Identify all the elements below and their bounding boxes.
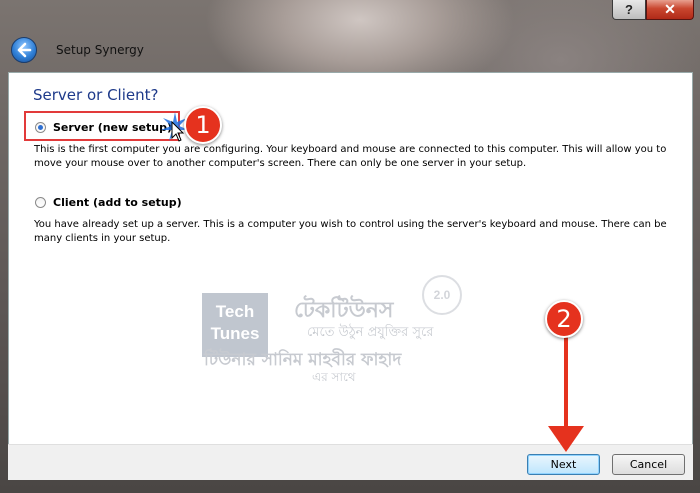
step-2-badge: 2	[545, 300, 583, 338]
server-option-description: This is the first computer you are confi…	[34, 144, 667, 169]
watermark-logo-line1: Tech	[215, 302, 255, 321]
watermark-version: 2.0	[422, 275, 462, 315]
client-option-description: You have already set up a server. This i…	[34, 219, 667, 244]
back-arrow-icon	[17, 42, 32, 58]
close-button[interactable]: ✕	[646, 0, 694, 20]
window-title: Setup Synergy	[56, 43, 144, 57]
server-highlight-box	[24, 111, 180, 141]
next-button[interactable]: Next	[527, 454, 600, 475]
client-radio[interactable]	[35, 197, 46, 208]
client-option-label[interactable]: Client (add to setup)	[53, 196, 182, 209]
help-button[interactable]: ?	[612, 0, 646, 20]
watermark-line2: মেতে উঠুন প্রযুক্তির সুরে	[307, 325, 434, 340]
arrow-down-icon	[548, 426, 584, 452]
techtunes-watermark: Tech Tunes 2.0 টেকটিউনস মেতে উঠুন প্রযুক…	[202, 265, 462, 385]
step-1-badge: 1	[184, 106, 222, 144]
back-button[interactable]	[11, 37, 37, 63]
page-heading: Server or Client?	[33, 86, 159, 104]
watermark-logo-line2: Tunes	[210, 324, 260, 343]
arrow-shaft	[564, 334, 568, 430]
watermark-line3: টিউনার সানিম মাহবীর ফাহাদ	[204, 350, 402, 370]
cancel-button[interactable]: Cancel	[612, 454, 685, 475]
watermark-line4: এর সাথে	[312, 370, 356, 384]
